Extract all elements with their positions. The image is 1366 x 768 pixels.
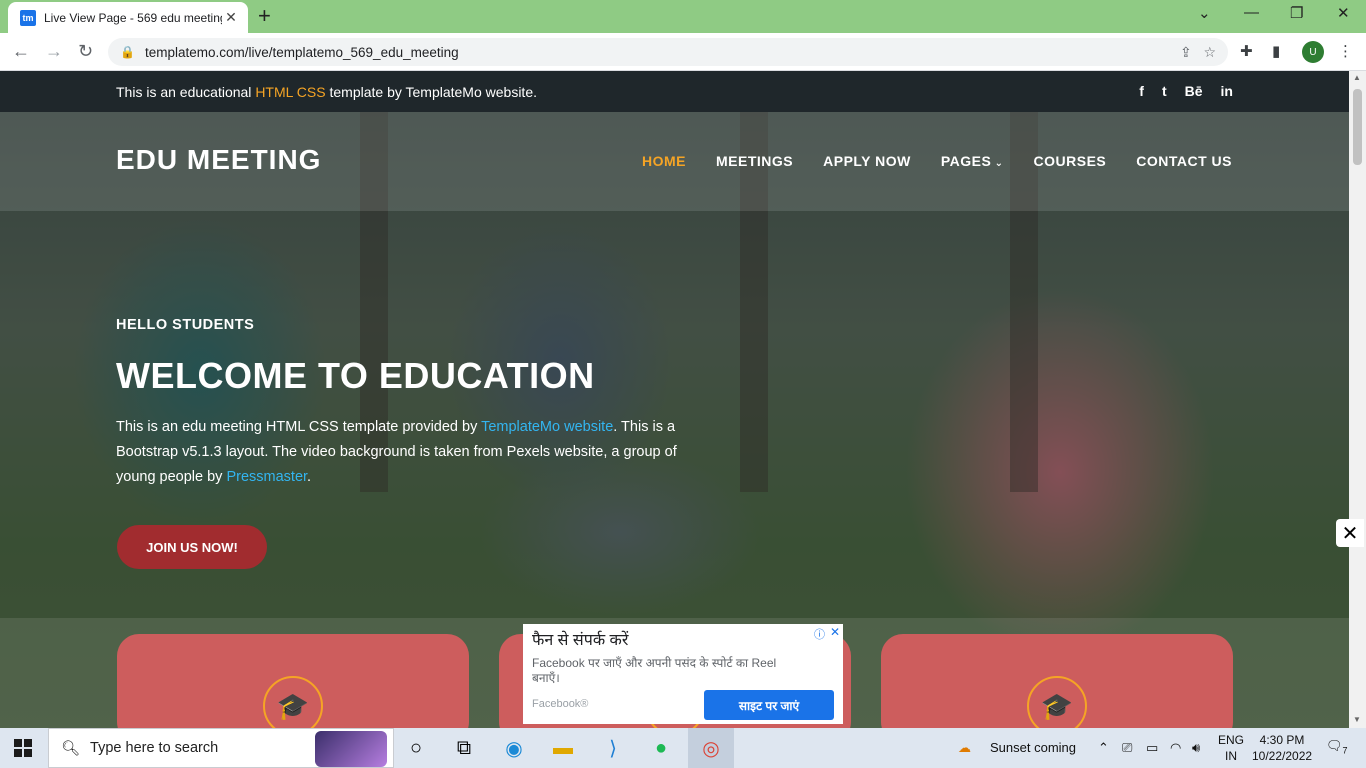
vscode-icon[interactable]: ⟩ bbox=[600, 735, 626, 761]
chrome-icon[interactable]: ◎ bbox=[698, 735, 724, 761]
hero-description: This is an edu meeting HTML CSS template… bbox=[116, 419, 677, 485]
ad-source: Facebook® bbox=[532, 698, 589, 710]
close-window-button[interactable]: ✕ bbox=[1337, 4, 1350, 22]
tab-search-icon[interactable]: ⌄ bbox=[1198, 4, 1211, 22]
graduation-icon: 🎓 bbox=[1027, 676, 1087, 728]
ad-close-icon[interactable]: ✕ bbox=[830, 625, 840, 639]
start-button[interactable] bbox=[14, 739, 32, 757]
volume-icon[interactable]: 🔊︎ bbox=[1192, 740, 1200, 756]
forward-icon[interactable]: → bbox=[45, 41, 63, 61]
nav-meetings[interactable]: MEETINGS bbox=[716, 153, 793, 169]
nav-menu: HOME MEETINGS APPLY NOW PAGES ⌄ COURSES … bbox=[642, 153, 1232, 169]
share-and-bookmark-icons[interactable]: ⇪ ☆ bbox=[1180, 44, 1216, 61]
linkedin-icon[interactable]: in bbox=[1221, 83, 1233, 99]
ad-info-icon[interactable]: ⓘ bbox=[814, 626, 825, 642]
weather-icon[interactable]: ☁ bbox=[958, 740, 971, 756]
battery-icon[interactable]: ▭ bbox=[1146, 740, 1158, 756]
search-icon: 🔍︎ bbox=[61, 740, 81, 757]
language-indicator[interactable]: ENG IN bbox=[1218, 732, 1244, 764]
menu-icon[interactable]: ⋮ bbox=[1338, 42, 1353, 60]
profile-avatar[interactable]: U bbox=[1302, 41, 1324, 63]
ad-banner[interactable]: फैन से संपर्क करें ⓘ ✕ Facebook पर जाएँ … bbox=[523, 624, 843, 724]
tray-chevron-icon[interactable]: ⌃ bbox=[1098, 740, 1109, 756]
sub-header: This is an educational HTML CSS template… bbox=[0, 71, 1349, 112]
tab-title: Live View Page - 569 edu meeting bbox=[44, 10, 222, 25]
close-tab-icon[interactable]: ✕ bbox=[222, 9, 240, 26]
behance-icon[interactable]: Bē bbox=[1185, 83, 1203, 99]
search-placeholder: Type here to search bbox=[90, 740, 219, 756]
templatemo-link[interactable]: TemplateMo website bbox=[481, 419, 613, 435]
hero-caption: HELLO STUDENTS WELCOME TO EDUCATION This… bbox=[116, 317, 706, 490]
browser-toolbar: ← → ↻ 🔒 templatemo.com/live/templatemo_5… bbox=[0, 33, 1366, 71]
ad-heading: फैन से संपर्क करें bbox=[532, 632, 629, 649]
favicon-icon: tm bbox=[20, 9, 36, 26]
nav-pages[interactable]: PAGES ⌄ bbox=[941, 153, 1004, 169]
weather-text[interactable]: Sunset coming bbox=[990, 740, 1076, 755]
wifi-icon[interactable]: ◠ bbox=[1170, 740, 1181, 756]
cortana-icon[interactable]: ○ bbox=[403, 735, 429, 761]
sub-header-text: This is an educational HTML CSS template… bbox=[116, 83, 537, 100]
chevron-down-icon: ⌄ bbox=[991, 158, 1004, 169]
close-ad-icon[interactable]: ✕ bbox=[1336, 519, 1364, 547]
nav-apply-now[interactable]: APPLY NOW bbox=[823, 153, 911, 169]
nav-contact-us[interactable]: CONTACT US bbox=[1136, 153, 1232, 169]
social-links: f t Bē in bbox=[1139, 83, 1233, 99]
page-scrollbar[interactable]: ▲ ▼ bbox=[1349, 71, 1366, 728]
notification-icon[interactable]: 🗨︎7 bbox=[1326, 738, 1348, 756]
search-highlight-art[interactable] bbox=[315, 731, 387, 767]
hero-subtitle: HELLO STUDENTS bbox=[116, 317, 255, 333]
sub-header-highlight[interactable]: HTML CSS bbox=[255, 84, 325, 100]
side-panel-icon[interactable]: ▮ bbox=[1272, 42, 1280, 60]
edge-icon[interactable]: ◉ bbox=[501, 735, 527, 761]
nav-home[interactable]: HOME bbox=[642, 153, 686, 169]
facebook-icon[interactable]: f bbox=[1139, 83, 1144, 99]
back-icon[interactable]: ← bbox=[12, 41, 30, 61]
scroll-down-icon[interactable]: ▼ bbox=[1353, 715, 1361, 724]
lock-icon[interactable]: 🔒 bbox=[120, 45, 135, 59]
address-bar[interactable]: 🔒 templatemo.com/live/templatemo_569_edu… bbox=[108, 38, 1228, 66]
clock[interactable]: 4:30 PM 10/22/2022 bbox=[1252, 732, 1312, 764]
reload-icon[interactable]: ↻ bbox=[78, 41, 93, 61]
maximize-button[interactable]: ❐ bbox=[1290, 4, 1303, 22]
taskbar: 🔍︎ Type here to search ○ ⧉ ◉ ▬ ⟩ ● ◎ ☁ S… bbox=[0, 728, 1366, 768]
browser-tab[interactable]: tm Live View Page - 569 edu meeting ✕ bbox=[8, 2, 248, 33]
pressmaster-link[interactable]: Pressmaster bbox=[226, 469, 307, 485]
spotify-icon[interactable]: ● bbox=[648, 735, 674, 761]
graduation-icon: 🎓 bbox=[263, 676, 323, 728]
file-explorer-icon[interactable]: ▬ bbox=[550, 735, 576, 761]
scroll-thumb[interactable] bbox=[1353, 89, 1362, 165]
service-card[interactable]: 🎓 bbox=[117, 634, 469, 728]
minimize-button[interactable]: — bbox=[1244, 4, 1259, 21]
service-card[interactable]: 🎓 bbox=[881, 634, 1233, 728]
taskbar-search[interactable]: 🔍︎ Type here to search bbox=[48, 728, 394, 768]
browser-tab-strip: tm Live View Page - 569 edu meeting ✕ + … bbox=[0, 0, 1366, 33]
main-nav: EDU MEETING HOME MEETINGS APPLY NOW PAGE… bbox=[0, 112, 1349, 211]
clock-date: 10/22/2022 bbox=[1252, 749, 1313, 763]
meet-now-icon[interactable]: ⎚ bbox=[1122, 740, 1132, 756]
extensions-icon[interactable]: ✚ bbox=[1240, 42, 1253, 60]
ad-cta-button[interactable]: साइट पर जाएं bbox=[704, 690, 834, 720]
clock-time: 4:30 PM bbox=[1259, 733, 1305, 747]
join-us-button[interactable]: JOIN US NOW! bbox=[117, 525, 267, 569]
nav-courses[interactable]: COURSES bbox=[1034, 153, 1107, 169]
twitter-icon[interactable]: t bbox=[1162, 83, 1167, 99]
ad-body: Facebook पर जाएँ और अपनी पसंद के स्पोर्ट… bbox=[532, 656, 777, 685]
site-logo[interactable]: EDU MEETING bbox=[116, 144, 321, 176]
new-tab-button[interactable]: + bbox=[258, 5, 271, 27]
hero-title: WELCOME TO EDUCATION bbox=[116, 355, 595, 396]
scroll-up-icon[interactable]: ▲ bbox=[1353, 73, 1361, 82]
task-view-icon[interactable]: ⧉ bbox=[451, 735, 477, 761]
url-text[interactable]: templatemo.com/live/templatemo_569_edu_m… bbox=[145, 45, 459, 60]
